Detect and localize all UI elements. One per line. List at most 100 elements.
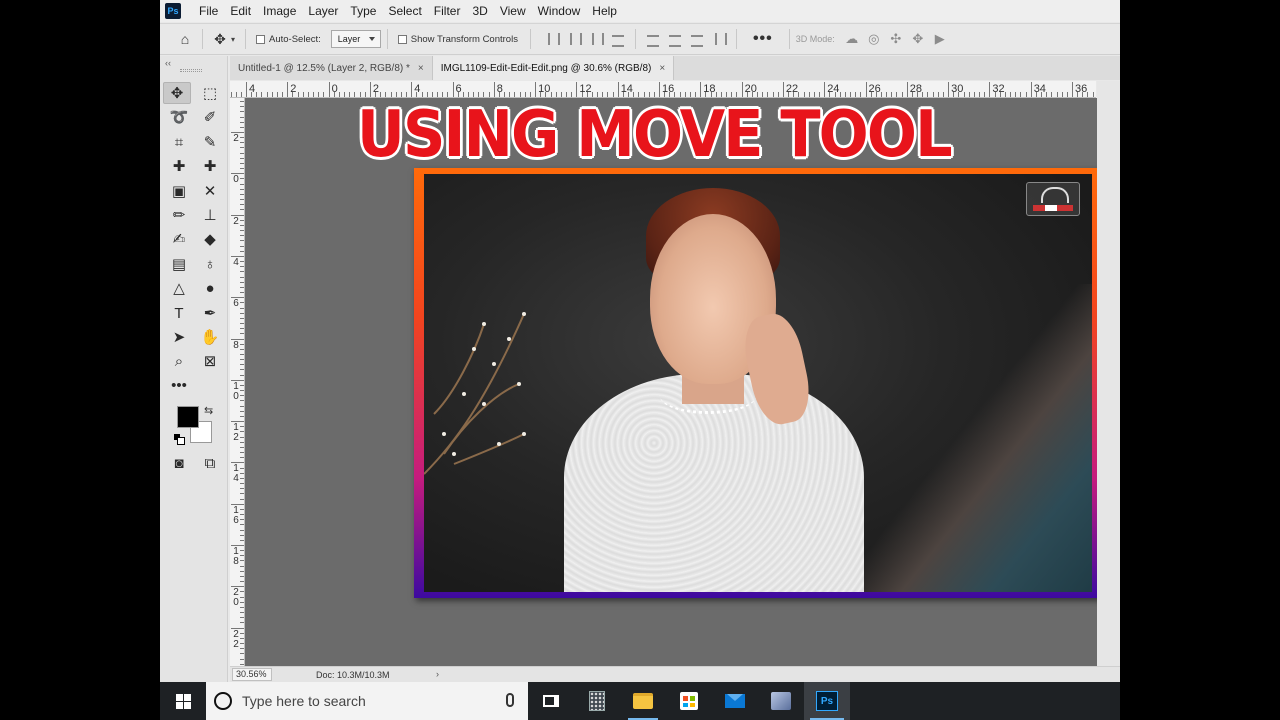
3d-pan-icon[interactable]: ✣ <box>885 29 907 49</box>
home-icon[interactable]: ⌂ <box>174 28 196 50</box>
mail-app[interactable] <box>712 682 758 720</box>
ruler-tick <box>519 92 521 97</box>
vertical-scrollbar[interactable] <box>1097 81 1120 666</box>
move-tool-icon[interactable]: ✥ <box>163 82 191 104</box>
spot-healing-tool-icon[interactable]: ✚ <box>165 155 193 177</box>
distribute-vertical-icon[interactable] <box>607 28 629 50</box>
vertical-ruler[interactable]: 2 0 2 4 6 8 1 0 1 2 1 4 1 6 1 8 2 0 2 2 <box>230 98 245 666</box>
menu-layer[interactable]: Layer <box>302 4 344 18</box>
ruler-tick <box>240 514 244 516</box>
ruler-tick <box>478 92 480 97</box>
start-button[interactable] <box>160 682 206 720</box>
calculator-app[interactable] <box>574 682 620 720</box>
sharpen-tool-icon[interactable]: △ <box>165 277 193 299</box>
healing-brush-tool-icon[interactable]: ✚ <box>196 155 224 177</box>
lasso-tool-icon[interactable]: ➰ <box>165 106 193 128</box>
3d-camera-icon[interactable]: ▶ <box>929 29 951 49</box>
align-center-icon[interactable] <box>563 28 585 50</box>
hand-tool-icon[interactable]: ✋ <box>196 326 224 348</box>
menu-edit[interactable]: Edit <box>224 4 257 18</box>
ruler-tick <box>230 92 232 97</box>
zoom-tool-icon[interactable]: ⌕ <box>165 350 193 372</box>
ruler-tick <box>240 488 244 490</box>
screen-mode-icon[interactable]: ⧉ <box>196 452 224 474</box>
eyedropper-tool-icon[interactable]: ✎ <box>196 131 224 153</box>
tab-untitled-1[interactable]: Untitled-1 @ 12.5% (Layer 2, RGB/8) * × <box>230 56 433 80</box>
search-placeholder[interactable]: Type here to search <box>242 693 366 709</box>
brush-tool-icon[interactable]: ✏ <box>165 204 193 226</box>
zoom-level-field[interactable]: 30.56% <box>232 668 272 681</box>
align-left-icon[interactable] <box>541 28 563 50</box>
close-icon[interactable]: × <box>418 63 424 74</box>
menu-type[interactable]: Type <box>344 4 382 18</box>
document-size-info[interactable]: Doc: 10.3M/10.3M <box>316 670 390 680</box>
task-view-button[interactable] <box>528 682 574 720</box>
dodge-tool-icon[interactable]: ● <box>196 277 224 299</box>
foreground-color-swatch[interactable] <box>177 406 199 428</box>
3d-slide-icon[interactable]: ✥ <box>907 29 929 49</box>
quick-selection-tool-icon[interactable]: ✐ <box>196 106 224 128</box>
menu-window[interactable]: Window <box>532 4 587 18</box>
menu-filter[interactable]: Filter <box>428 4 467 18</box>
menu-help[interactable]: Help <box>586 4 623 18</box>
auto-select-checkbox[interactable]: Auto-Select: <box>256 34 321 45</box>
blur-tool-icon[interactable]: ♁ <box>196 253 224 275</box>
photoshop-taskbar-app[interactable]: Ps <box>804 682 850 720</box>
default-colors-icon[interactable] <box>174 434 185 445</box>
collapse-panel-button[interactable]: ‹‹ <box>165 58 171 68</box>
align-middle-icon[interactable] <box>664 28 686 50</box>
close-icon[interactable]: × <box>659 63 665 74</box>
taskbar-search-box[interactable]: Type here to search <box>206 682 528 720</box>
quick-mask-icon[interactable]: ◙ <box>165 452 193 474</box>
marquee-tool-icon[interactable]: ⬚ <box>196 82 224 104</box>
checkbox-box[interactable] <box>256 34 266 44</box>
eraser-tool-icon[interactable]: ◆ <box>196 228 224 250</box>
3d-orbit-icon[interactable]: ☁ <box>841 29 863 49</box>
history-brush-tool-icon[interactable]: ✍ <box>165 228 193 250</box>
microphone-icon[interactable] <box>506 693 514 707</box>
frame-tool-icon[interactable]: ▣ <box>165 180 193 202</box>
setup-app[interactable] <box>758 682 804 720</box>
menu-file[interactable]: File <box>193 4 224 18</box>
distribute-horizontal-icon[interactable] <box>708 28 730 50</box>
align-bottom-icon[interactable] <box>686 28 708 50</box>
chevron-down-icon[interactable]: ▾ <box>231 35 235 44</box>
move-tool-preset-icon[interactable]: ✥ <box>209 28 231 50</box>
rectangle-tool-icon[interactable]: ⊠ <box>196 350 224 372</box>
tab-imgl1109[interactable]: IMGL1109-Edit-Edit-Edit.png @ 30.6% (RGB… <box>432 56 675 80</box>
crop-tool-icon[interactable]: ⌗ <box>165 131 193 153</box>
photo-image[interactable] <box>424 174 1092 592</box>
panel-grip[interactable] <box>180 69 202 72</box>
ruler-tick <box>240 219 244 221</box>
gradient-tool-icon[interactable]: ▤ <box>165 253 193 275</box>
edit-toolbar-button[interactable]: ••• <box>165 374 193 396</box>
path-selection-tool-icon[interactable]: ➤ <box>165 326 193 348</box>
file-explorer-app[interactable] <box>620 682 666 720</box>
ruler-tick <box>240 137 244 139</box>
more-options-button[interactable]: ••• <box>753 30 773 48</box>
image-frame[interactable] <box>414 168 1097 598</box>
ruler-tick <box>240 369 244 371</box>
menu-3d[interactable]: 3D <box>466 4 493 18</box>
auto-select-dropdown[interactable]: Layer <box>330 30 381 48</box>
menu-view[interactable]: View <box>494 4 532 18</box>
3d-roll-icon[interactable]: ◎ <box>863 29 885 49</box>
align-right-icon[interactable] <box>585 28 607 50</box>
ruler-label: 0 <box>331 83 338 95</box>
cortana-icon[interactable] <box>214 692 232 710</box>
menu-image[interactable]: Image <box>257 4 302 18</box>
swap-colors-icon[interactable]: ⇆ <box>204 404 213 417</box>
menu-select[interactable]: Select <box>382 4 427 18</box>
status-menu-chevron-icon[interactable]: › <box>436 669 439 679</box>
pen-tool-icon[interactable]: ✒ <box>196 302 224 324</box>
ruler-label: 32 <box>992 83 1005 95</box>
type-tool-icon[interactable]: T <box>165 302 193 324</box>
align-top-icon[interactable] <box>642 28 664 50</box>
show-transform-controls-checkbox[interactable]: Show Transform Controls <box>397 34 518 45</box>
content-aware-move-icon[interactable]: ✕ <box>196 180 224 202</box>
store-app[interactable] <box>666 682 712 720</box>
horizontal-ruler[interactable]: 4 2 0 2 4 6 8 10 12 14 16 18 20 22 24 26 28 30 32 34 36 <box>230 81 1096 98</box>
canvas-area[interactable]: USING MOVE TOOL <box>245 98 1097 666</box>
checkbox-box[interactable] <box>397 34 407 44</box>
stamp-tool-icon[interactable]: ⊥ <box>196 204 224 226</box>
